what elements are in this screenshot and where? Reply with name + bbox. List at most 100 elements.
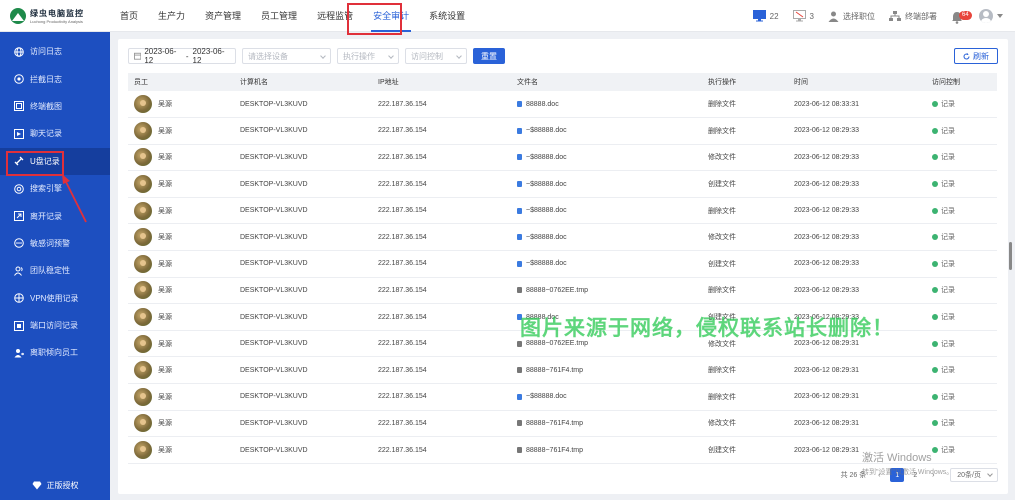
computer-name: DESKTOP-VL3KUVD	[234, 197, 372, 225]
chevron-down-icon	[388, 53, 394, 59]
sidebar-item-chat[interactable]: 聊天记录	[0, 120, 110, 147]
online-monitors[interactable]: 22	[752, 10, 779, 22]
page-size-select[interactable]: 20条/页	[950, 468, 998, 482]
table-row[interactable]: 吴源 DESKTOP-VL3KUVD 222.187.36.154 88888~761…	[128, 356, 997, 385]
file-name: ~$88888.doc	[526, 180, 567, 188]
operation: 删除文件	[702, 197, 788, 225]
page-2-button[interactable]: 2	[908, 468, 922, 482]
table-row[interactable]: 吴源 DESKTOP-VL3KUVD 222.187.36.154 ~$88888.d…	[128, 144, 997, 172]
leave-icon	[14, 211, 24, 222]
chat-icon	[14, 128, 24, 139]
nav-remote[interactable]: 远程监管	[307, 0, 363, 32]
file-name: 88888~0762EE.tmp	[526, 340, 589, 348]
online-count: 22	[769, 11, 779, 21]
operation-select[interactable]: 执行操作	[337, 48, 399, 64]
employee-avatar	[134, 308, 152, 327]
app-logo[interactable]: 绿虫电脑监控 Luchong Productivity Analysis	[0, 0, 110, 32]
table-row[interactable]: 吴源 DESKTOP-VL3KUVD 222.187.36.154 88888.doc…	[128, 91, 997, 119]
sidebar-item-vpn[interactable]: VPN使用记录	[0, 285, 110, 312]
logo-subtitle: Luchong Productivity Analysis	[30, 18, 83, 24]
device-select[interactable]: 请选择设备	[242, 48, 331, 64]
table-row[interactable]: 吴源 DESKTOP-VL3KUVD 222.187.36.154 88888~076…	[128, 330, 997, 358]
access-control-select[interactable]: 访问控制	[405, 48, 467, 64]
user-icon	[828, 11, 839, 22]
table-row[interactable]: 吴源 DESKTOP-VL3KUVD 222.187.36.154 ~$88888.d…	[128, 197, 997, 225]
refresh-button[interactable]: 刷新	[954, 48, 998, 64]
ip-address: 222.187.36.154	[372, 144, 511, 172]
employee-avatar	[134, 201, 152, 220]
operation: 删除文件	[702, 117, 788, 145]
table-row[interactable]: 吴源 DESKTOP-VL3KUVD 222.187.36.154 88888.doc…	[128, 303, 997, 331]
access-status: 记录	[941, 393, 955, 401]
timestamp: 2023-06-12 08:29:33	[788, 223, 926, 252]
nav-settings[interactable]: 系统设置	[419, 0, 475, 32]
col-operation: 执行操作	[702, 73, 788, 91]
chevron-down-icon	[320, 53, 326, 59]
offline-monitors[interactable]: 3	[792, 10, 814, 22]
access-status: 记录	[941, 287, 955, 295]
nav-employees[interactable]: 员工管理	[251, 0, 307, 32]
file-name: ~$88888.doc	[526, 127, 567, 135]
sidebar-item-resign-tendency[interactable]: 离职倾向员工	[0, 339, 110, 366]
timestamp: 2023-06-12 08:29:31	[788, 410, 926, 438]
table-row[interactable]: 吴源 DESKTOP-VL3KUVD 222.187.36.154 ~$88888.d…	[128, 250, 997, 278]
file-icon	[517, 181, 522, 188]
header-tools: 22 3 选择职位 终端部署 64	[752, 0, 1015, 32]
prev-page-button[interactable]: ‹	[872, 468, 886, 482]
employee-name: 吴源	[158, 101, 172, 109]
nav-assets[interactable]: 资产管理	[195, 0, 251, 32]
table-row[interactable]: 吴源 DESKTOP-VL3KUVD 222.187.36.154 ~$88888.d…	[128, 117, 997, 145]
user-menu[interactable]	[979, 9, 1003, 23]
table-row[interactable]: 吴源 DESKTOP-VL3KUVD 222.187.36.154 ~$88888.d…	[128, 383, 997, 411]
timestamp: 2023-06-12 08:29:33	[788, 117, 926, 145]
chevron-down-icon	[456, 53, 462, 59]
nav-home[interactable]: 首页	[110, 0, 148, 32]
operation: 创建文件	[702, 436, 788, 464]
offline-monitor-icon	[792, 10, 806, 22]
logo-title: 绿虫电脑监控	[30, 8, 84, 18]
col-employee: 员工	[128, 73, 234, 91]
select-position[interactable]: 选择职位	[828, 11, 875, 22]
access-status: 记录	[941, 447, 955, 455]
table-row[interactable]: 吴源 DESKTOP-VL3KUVD 222.187.36.154 88888~761…	[128, 410, 997, 438]
table-row[interactable]: 吴源 DESKTOP-VL3KUVD 222.187.36.154 88888~761…	[128, 436, 997, 464]
sidebar-item-access-log[interactable]: 访问日志	[0, 38, 110, 65]
sidebar-item-usb[interactable]: U盘记录	[0, 147, 110, 175]
sidebar-item-sensitive-words[interactable]: 敏感词预警	[0, 230, 110, 257]
sidebar-item-screenshots[interactable]: 终端截图	[0, 93, 110, 120]
nav-security-audit[interactable]: 安全审计	[363, 0, 419, 32]
employee-avatar	[134, 121, 152, 140]
sidebar-item-block-log[interactable]: 拦截日志	[0, 65, 110, 92]
top-header: 绿虫电脑监控 Luchong Productivity Analysis 首页 …	[0, 0, 1015, 35]
access-status: 记录	[941, 420, 955, 428]
search-icon	[14, 183, 24, 194]
reset-button[interactable]: 重置	[473, 48, 505, 64]
page-1-button[interactable]: 1	[890, 468, 905, 482]
status-dot-icon	[932, 287, 938, 294]
employee-name: 吴源	[158, 314, 172, 322]
nav-productivity[interactable]: 生产力	[148, 0, 195, 32]
timestamp: 2023-06-12 08:29:31	[788, 330, 926, 358]
table-row[interactable]: 吴源 DESKTOP-VL3KUVD 222.187.36.154 ~$88888.d…	[128, 223, 997, 252]
shield-icon	[14, 74, 24, 84]
license-footer[interactable]: 正版授权	[0, 470, 110, 500]
date-range-picker[interactable]: 2023-06-12 - 2023-06-12	[128, 47, 236, 65]
file-name: ~$88888.doc	[526, 393, 567, 401]
terminal-deploy[interactable]: 终端部署	[889, 10, 937, 22]
notifications[interactable]: 64	[951, 9, 972, 24]
port-icon	[14, 320, 24, 331]
notification-badge: 64	[959, 11, 972, 20]
table-row[interactable]: 吴源 DESKTOP-VL3KUVD 222.187.36.154 88888~076…	[128, 277, 997, 305]
access-status: 记录	[941, 260, 955, 268]
sidebar-item-team-stability[interactable]: 团队稳定性	[0, 257, 110, 284]
sidebar-item-port-access[interactable]: 端口访问记录	[0, 312, 110, 339]
employee-name: 吴源	[158, 367, 172, 375]
operation: 修改文件	[702, 330, 788, 358]
sidebar-item-leave-log[interactable]: 离开记录	[0, 202, 110, 229]
next-page-button[interactable]: ›	[926, 468, 940, 482]
timestamp: 2023-06-12 08:29:31	[788, 383, 926, 411]
employee-name: 吴源	[158, 181, 172, 189]
table-row[interactable]: 吴源 DESKTOP-VL3KUVD 222.187.36.154 ~$88888.d…	[128, 170, 997, 198]
sidebar-item-search-engine[interactable]: 搜索引擎	[0, 175, 110, 202]
scrollbar-thumb[interactable]	[1009, 242, 1012, 270]
